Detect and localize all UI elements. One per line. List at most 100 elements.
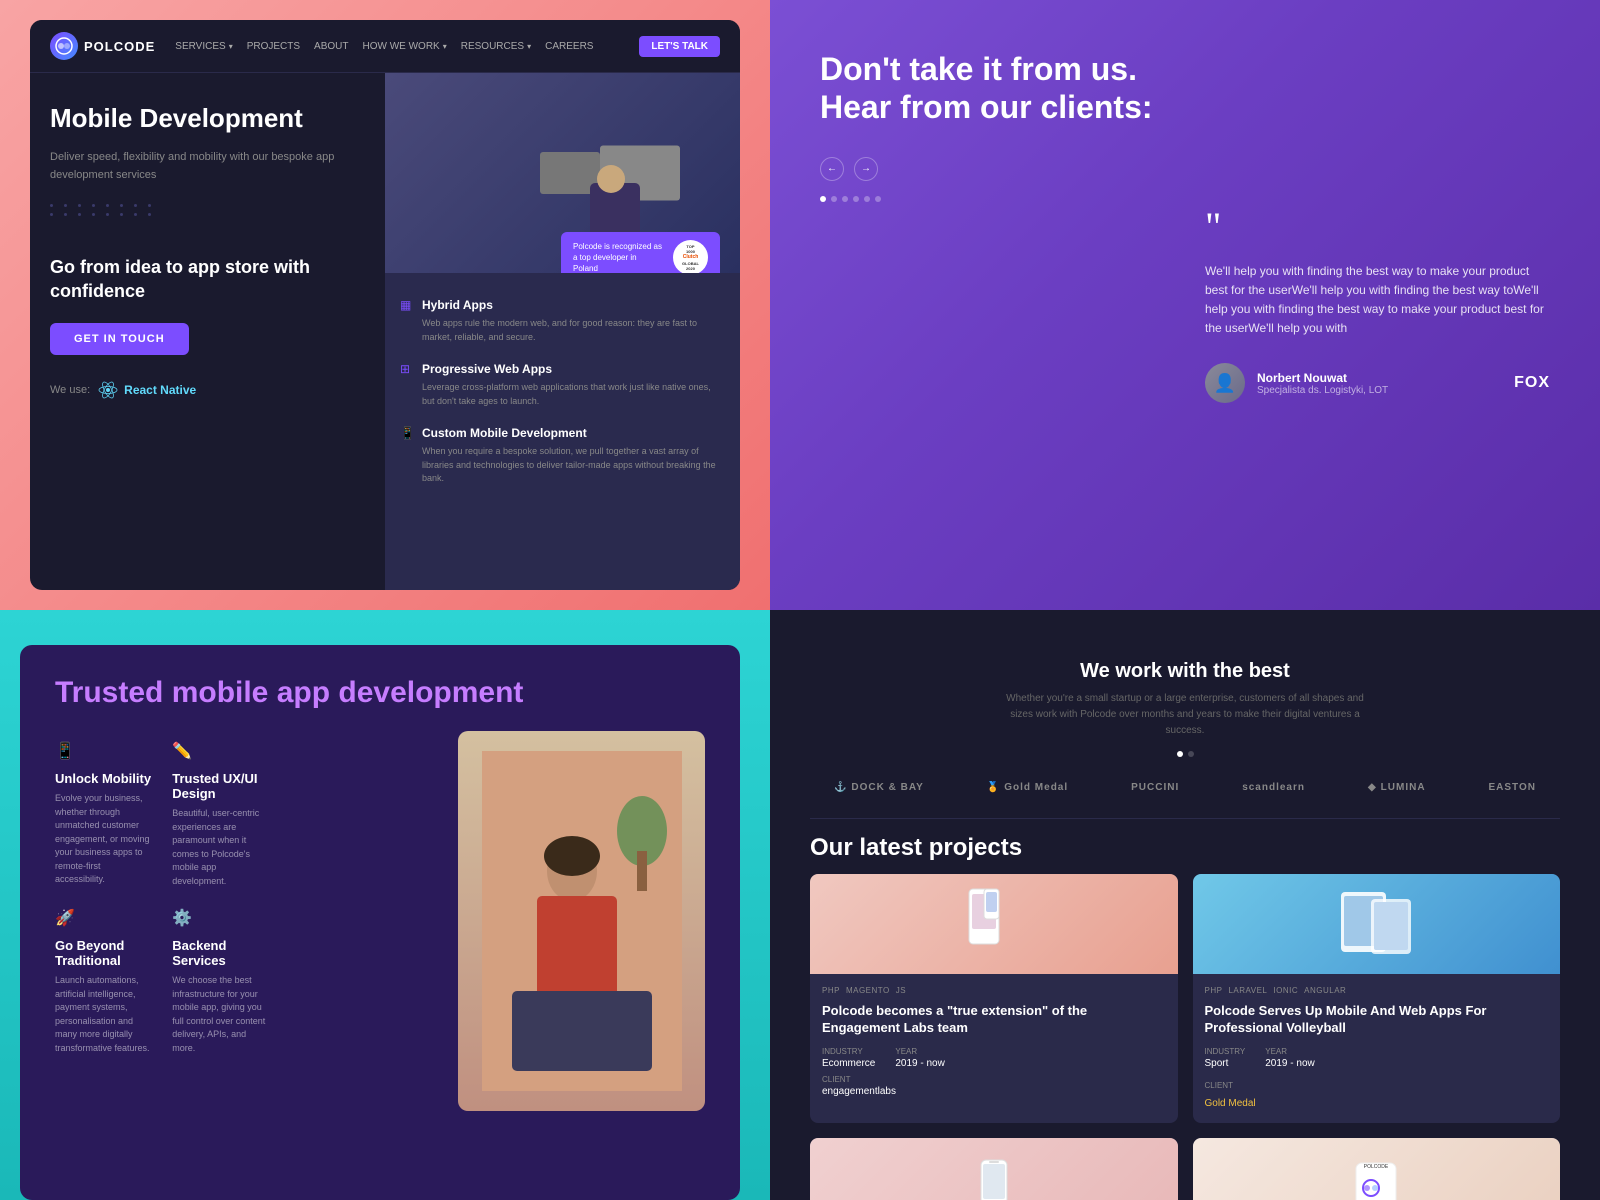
project-client-1: CLIENT engagementlabs xyxy=(822,1075,896,1097)
nav-careers[interactable]: CAREERS xyxy=(545,41,593,52)
dot xyxy=(106,204,109,207)
we-work-best-desc: Whether you're a small startup or a larg… xyxy=(995,691,1375,739)
go-from-idea-title: Go from idea to app store with confidenc… xyxy=(50,256,365,303)
tag-angular: ANGULAR xyxy=(1304,986,1346,995)
dot xyxy=(120,213,123,216)
page-grid: POLCODE SERVICES PROJECTS ABOUT HOW WE W… xyxy=(0,0,1600,1200)
service-item-pwa: ⊞ Progressive Web Apps Leverage cross-pl… xyxy=(400,362,725,408)
dot xyxy=(134,204,137,207)
dot-4[interactable] xyxy=(853,196,859,202)
lets-talk-button[interactable]: LET'S TALK xyxy=(639,36,720,57)
dot-2[interactable] xyxy=(831,196,837,202)
we-work-best-title: We work with the best xyxy=(810,660,1560,683)
feature-beyond-desc: Launch automations, artificial intellige… xyxy=(55,974,152,1055)
rocket-icon: 🚀 xyxy=(55,908,75,928)
nav-links: SERVICES PROJECTS ABOUT HOW WE WORK RESO… xyxy=(175,41,639,52)
pagination-dot-1[interactable] xyxy=(1177,751,1183,757)
mobile-icon: 📱 xyxy=(55,741,75,761)
custom-title: Custom Mobile Development xyxy=(422,426,587,440)
service-item-custom: 📱 Custom Mobile Development When you req… xyxy=(400,426,725,486)
dot-6[interactable] xyxy=(875,196,881,202)
dot xyxy=(92,204,95,207)
feature-go-beyond: 🚀 Go Beyond Traditional Launch automatio… xyxy=(55,908,152,1055)
office-woman-placeholder xyxy=(458,731,705,1111)
next-arrow[interactable]: → xyxy=(854,157,878,181)
nav-how-we-work[interactable]: HOW WE WORK xyxy=(363,41,447,52)
reviewer-avatar: 👤 xyxy=(1205,363,1245,403)
tag-php-2: PHP xyxy=(1205,986,1223,995)
feature-backend: ⚙️ Backend Services We choose the best i… xyxy=(172,908,269,1055)
dot xyxy=(78,204,81,207)
client-dock-bay: ⚓ DOCK & BAY xyxy=(834,782,924,793)
project-title-2: Polcode Serves Up Mobile And Web Apps Fo… xyxy=(1205,1003,1549,1037)
card-left: Mobile Development Deliver speed, flexib… xyxy=(30,73,385,590)
pagination-dot-2[interactable] xyxy=(1188,751,1194,757)
services-section: Go from idea to app store with confidenc… xyxy=(50,256,365,355)
we-use: We use: React Native xyxy=(50,380,365,400)
nav-services[interactable]: SERVICES xyxy=(175,41,232,52)
dot xyxy=(134,213,137,216)
feature-ux-title: Trusted UX/UI Design xyxy=(172,771,269,801)
project-thumb-4: POLCODE xyxy=(1193,1138,1561,1200)
feature-backend-desc: We choose the best infrastructure for yo… xyxy=(172,974,269,1055)
react-native-badge: React Native xyxy=(98,380,196,400)
project-meta-2: INDUSTRY Sport YEAR 2019 - now xyxy=(1205,1047,1549,1069)
lumina-icon: ◆ xyxy=(1368,782,1377,793)
gear-icon: ⚙️ xyxy=(172,908,192,928)
dot-1[interactable] xyxy=(820,196,826,202)
testimonial-left: Don't take it from us. Hear from our cli… xyxy=(820,50,1165,560)
phone-svg xyxy=(979,1158,1009,1200)
feature-unlock-desc: Evolve your business, whether through un… xyxy=(55,792,152,887)
project-card-3[interactable]: PHP MAGENTO JS Polcode Transforms StartU… xyxy=(810,1138,1178,1200)
br-content: We work with the best Whether you're a s… xyxy=(810,640,1560,1170)
pencil-icon: ✏️ xyxy=(172,741,192,761)
bottom-right-quadrant: We work with the best Whether you're a s… xyxy=(770,610,1600,1200)
client-logos: ⚓ DOCK & BAY 🏅 Gold Medal PUCCINI scandl… xyxy=(810,772,1560,803)
pwa-icon: ⊞ xyxy=(400,362,414,376)
feature-ux-desc: Beautiful, user-centric experiences are … xyxy=(172,807,269,888)
client-easton: EASTON xyxy=(1489,782,1537,793)
project-card-2[interactable]: PHP LARAVEL IONIC ANGULAR Polcode Serves… xyxy=(1193,874,1561,1123)
nav-about[interactable]: ABOUT xyxy=(314,41,348,52)
project-thumb-svg-2 xyxy=(1336,884,1416,964)
trusted-title: Trusted mobile app development xyxy=(55,675,705,711)
main-card: POLCODE SERVICES PROJECTS ABOUT HOW WE W… xyxy=(30,20,740,590)
project-thumb-2 xyxy=(1193,874,1561,974)
top-right-quadrant: Don't take it from us. Hear from our cli… xyxy=(770,0,1600,610)
testimonial-section: Don't take it from us. Hear from our cli… xyxy=(820,50,1550,560)
project-industry-2: INDUSTRY Sport xyxy=(1205,1047,1246,1069)
tag-ionic: IONIC xyxy=(1273,986,1298,995)
client-gold-medal: 🏅 Gold Medal xyxy=(987,782,1068,793)
tag-magento: MAGENTO xyxy=(846,986,890,995)
hybrid-title: Hybrid Apps xyxy=(422,298,493,312)
dot xyxy=(148,213,151,216)
quote-text: We'll help you with finding the best way… xyxy=(1205,262,1550,339)
dot-3[interactable] xyxy=(842,196,848,202)
projects-section: Our latest projects xyxy=(810,834,1560,1200)
tag-php: PHP xyxy=(822,986,840,995)
prev-arrow[interactable]: ← xyxy=(820,157,844,181)
feature-unlock-mobility: 📱 Unlock Mobility Evolve your business, … xyxy=(55,741,152,888)
service-items: ▦ Hybrid Apps Web apps rule the modern w… xyxy=(385,273,740,529)
logo-text: POLCODE xyxy=(84,39,155,54)
client-scandlearn: scandlearn xyxy=(1242,782,1305,793)
reviewer: 👤 Norbert Nouwat Specjalista ds. Logisty… xyxy=(1205,363,1550,403)
feature-ux-design: ✏️ Trusted UX/UI Design Beautiful, user-… xyxy=(172,741,269,888)
project-year-1: YEAR 2019 - now xyxy=(895,1047,944,1069)
nav-projects[interactable]: PROJECTS xyxy=(247,41,300,52)
gold-medal-label: CLIENT Gold Medal xyxy=(1205,1075,1549,1111)
service-item-header-custom: 📱 Custom Mobile Development xyxy=(400,426,725,440)
bl-content-layout: 📱 Unlock Mobility Evolve your business, … xyxy=(55,741,705,1200)
project-card-1[interactable]: PHP MAGENTO JS Polcode becomes a "true e… xyxy=(810,874,1178,1123)
get-in-touch-button[interactable]: GET IN TOUCH xyxy=(50,323,189,355)
reviewer-role: Specjalista ds. Logistyki, LOT xyxy=(1257,385,1502,396)
client-puccini: PUCCINI xyxy=(1131,782,1179,793)
react-icon xyxy=(98,380,118,400)
nav-resources[interactable]: RESOURCES xyxy=(461,41,531,52)
card-body: Mobile Development Deliver speed, flexib… xyxy=(30,73,740,590)
card-right: Polcode is recognized as a top developer… xyxy=(385,73,740,590)
dot xyxy=(148,204,151,207)
hybrid-desc: Web apps rule the modern web, and for go… xyxy=(400,317,725,344)
dot-5[interactable] xyxy=(864,196,870,202)
project-card-4[interactable]: POLCODE LARAVEL REDIS STRIPE G CALENDAR … xyxy=(1193,1138,1561,1200)
